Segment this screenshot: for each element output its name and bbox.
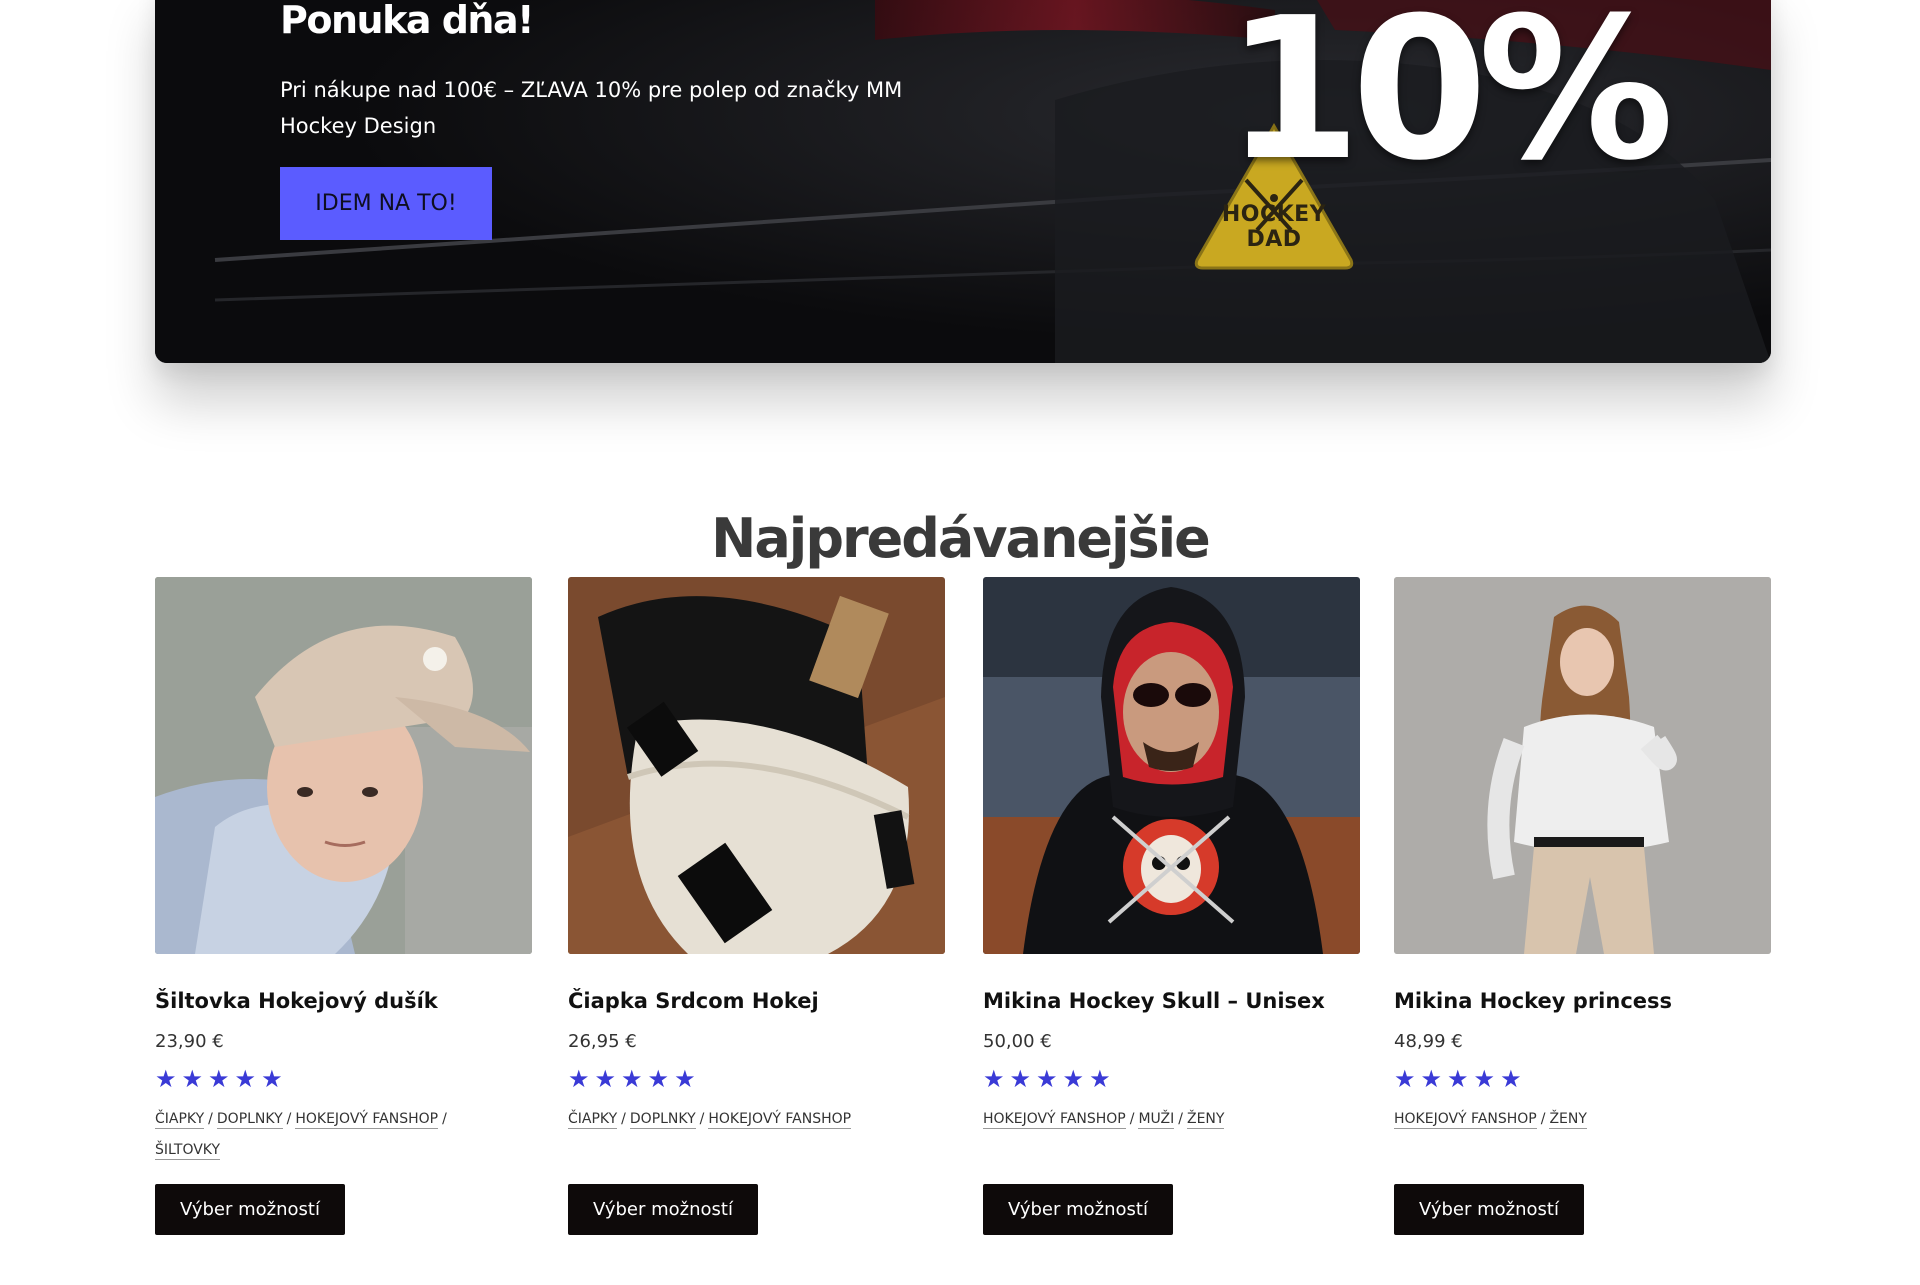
product-photo-beanie [568, 577, 945, 954]
promo-cta-button[interactable]: IDEM NA TO! [280, 166, 492, 240]
star-icon: ★ [181, 1066, 204, 1093]
product-price: 48,99 € [1394, 1031, 1463, 1052]
product-image-link[interactable] [1394, 577, 1771, 954]
product-name[interactable]: Mikina Hockey Skull – Unisex [983, 987, 1360, 1015]
promo-banner: HOCKEY DAD 10% Ponuka dňa! Pri nákupe na… [155, 0, 1771, 363]
category-link[interactable]: HOKEJOVÝ FANSHOP [983, 1111, 1126, 1129]
product-photo-princess-hoodie [1394, 577, 1771, 954]
product-categories: ČIAPKY / DOPLNKY / HOKEJOVÝ FANSHOP [568, 1111, 852, 1129]
star-icon: ★ [1062, 1066, 1085, 1093]
select-options-button[interactable]: Výber možností [1394, 1184, 1584, 1235]
product-image-link[interactable] [155, 577, 532, 954]
star-icon: ★ [568, 1066, 590, 1093]
star-icon: ★ [674, 1066, 696, 1093]
category-link[interactable]: DOPLNKY [216, 1111, 283, 1129]
product-card: Mikina Hockey Skull – Unisex 50,00 € ★ ★… [983, 577, 1360, 1235]
star-icon: ★ [594, 1066, 617, 1093]
category-link[interactable]: HOKEJOVÝ FANSHOP [295, 1111, 439, 1129]
category-link[interactable]: HOKEJOVÝ FANSHOP [708, 1111, 852, 1129]
star-icon: ★ [1089, 1066, 1111, 1093]
product-image-link[interactable] [983, 577, 1360, 954]
star-icon: ★ [1420, 1066, 1443, 1093]
product-card: Mikina Hockey princess 48,99 € ★ ★ ★ ★ ★… [1394, 577, 1771, 1235]
product-price: 50,00 € [983, 1031, 1052, 1052]
product-name[interactable]: Čiapka Srdcom Hokej [568, 987, 945, 1015]
product-categories: HOKEJOVÝ FANSHOP / MUŽI / ŽENY [983, 1111, 1225, 1129]
product-categories: HOKEJOVÝ FANSHOP / ŽENY [1394, 1111, 1587, 1129]
bestsellers-heading: Najpredávanejšie [711, 507, 1211, 570]
star-icon: ★ [234, 1066, 257, 1093]
product-price: 26,95 € [568, 1031, 637, 1052]
select-options-button[interactable]: Výber možností [983, 1184, 1173, 1235]
star-icon: ★ [647, 1066, 670, 1093]
product-image-link[interactable] [568, 577, 945, 954]
category-link[interactable]: ŽENY [1187, 1111, 1225, 1129]
star-icon: ★ [1447, 1066, 1469, 1093]
select-options-button[interactable]: Výber možností [155, 1184, 345, 1235]
star-icon: ★ [1473, 1066, 1496, 1093]
star-icon: ★ [1009, 1066, 1032, 1093]
category-link[interactable]: DOPLNKY [629, 1111, 696, 1129]
product-photo-skull-hoodie [983, 577, 1360, 954]
select-options-button[interactable]: Výber možností [568, 1184, 758, 1235]
product-card: Čiapka Srdcom Hokej 26,95 € ★ ★ ★ ★ ★ ČI… [568, 577, 945, 1235]
star-icon: ★ [261, 1066, 283, 1093]
star-rating: ★ ★ ★ ★ ★ [155, 1068, 532, 1092]
sticker-label: HOCKEY DAD [1221, 202, 1327, 252]
star-icon: ★ [621, 1066, 643, 1093]
star-rating: ★ ★ ★ ★ ★ [1394, 1068, 1771, 1092]
star-icon: ★ [1036, 1066, 1058, 1093]
category-link[interactable]: ŽENY [1549, 1111, 1587, 1129]
star-rating: ★ ★ ★ ★ ★ [568, 1068, 945, 1092]
promo-content: Ponuka dňa! Pri nákupe nad 100€ – ZĽAVA … [280, 0, 980, 240]
star-icon: ★ [1500, 1066, 1522, 1093]
category-link[interactable]: MUŽI [1138, 1111, 1175, 1129]
product-categories: ČIAPKY / DOPLNKY / HOKEJOVÝ FANSHOP / ŠILTOVKY [155, 1111, 447, 1160]
product-card: Šiltovka Hokejový dušík 23,90 € ★ ★ ★ ★ … [155, 577, 532, 1235]
product-name[interactable]: Šiltovka Hokejový dušík [155, 987, 532, 1015]
category-link[interactable]: ČIAPKY [155, 1111, 205, 1129]
star-rating: ★ ★ ★ ★ ★ [983, 1068, 1360, 1092]
star-icon: ★ [1394, 1066, 1416, 1093]
promo-description: Pri nákupe nad 100€ – ZĽAVA 10% pre pole… [280, 77, 903, 138]
product-photo-cap [155, 577, 532, 954]
star-icon: ★ [208, 1066, 230, 1093]
promo-title: Ponuka dňa! [280, 0, 534, 42]
category-link[interactable]: ČIAPKY [568, 1111, 618, 1129]
product-price: 23,90 € [155, 1031, 224, 1052]
product-name[interactable]: Mikina Hockey princess [1394, 987, 1771, 1015]
promo-discount-percent: 10% [1225, 0, 1674, 204]
category-link[interactable]: ŠILTOVKY [155, 1142, 221, 1160]
star-icon: ★ [983, 1066, 1005, 1093]
category-link[interactable]: HOKEJOVÝ FANSHOP [1394, 1111, 1537, 1129]
star-icon: ★ [155, 1066, 177, 1093]
